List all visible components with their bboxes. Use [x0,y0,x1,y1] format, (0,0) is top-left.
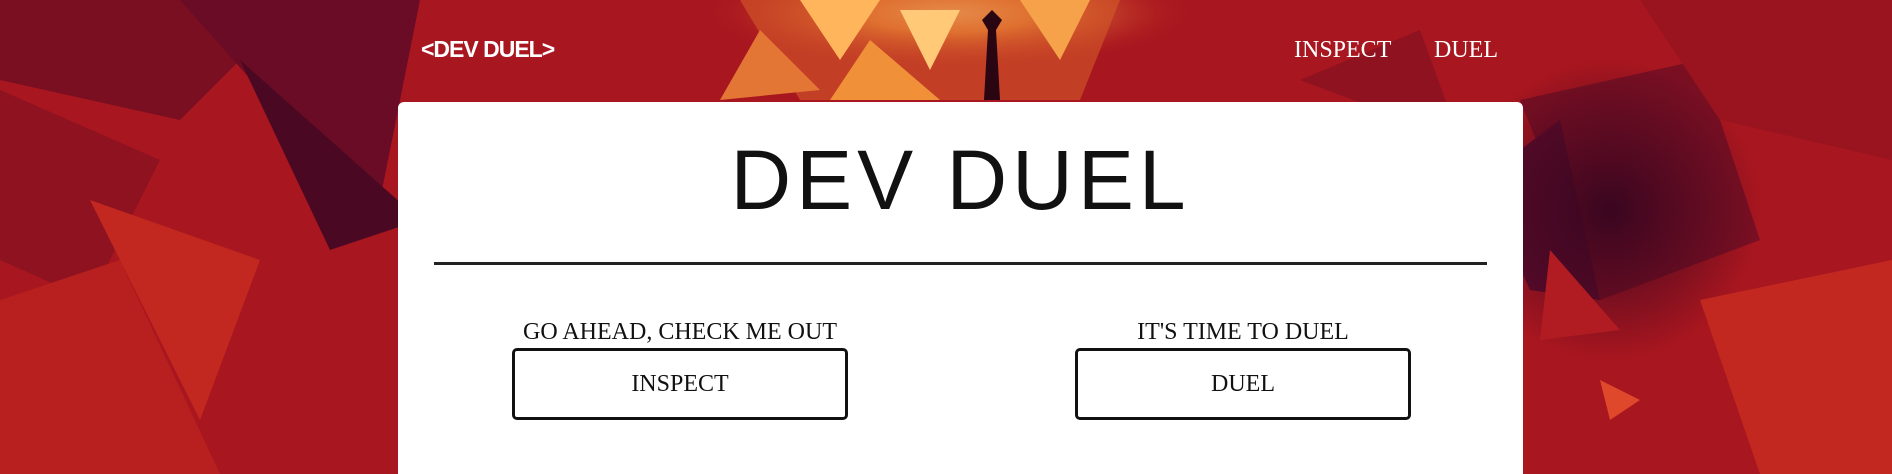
top-navigation: <DEV DUEL> INSPECT DUEL [0,0,1892,100]
duel-button[interactable]: DUEL [1075,348,1411,420]
nav-link-duel[interactable]: DUEL [1434,37,1498,64]
inspect-section: GO AHEAD, CHECK ME OUT INSPECT [510,320,850,420]
inspect-caption: GO AHEAD, CHECK ME OUT [523,319,837,345]
site-logo[interactable]: <DEV DUEL> [421,36,555,63]
nav-link-inspect[interactable]: INSPECT [1294,37,1391,64]
page-title: DEV DUEL [730,133,1191,227]
duel-section: IT'S TIME TO DUEL DUEL [1073,320,1413,420]
inspect-button[interactable]: INSPECT [512,348,848,420]
main-card: DEV DUEL GO AHEAD, CHECK ME OUT INSPECT … [398,102,1523,474]
duel-caption: IT'S TIME TO DUEL [1137,319,1349,345]
title-divider [434,262,1487,265]
hero-section: <DEV DUEL> INSPECT DUEL DEV DUEL GO AHEA… [0,0,1892,474]
